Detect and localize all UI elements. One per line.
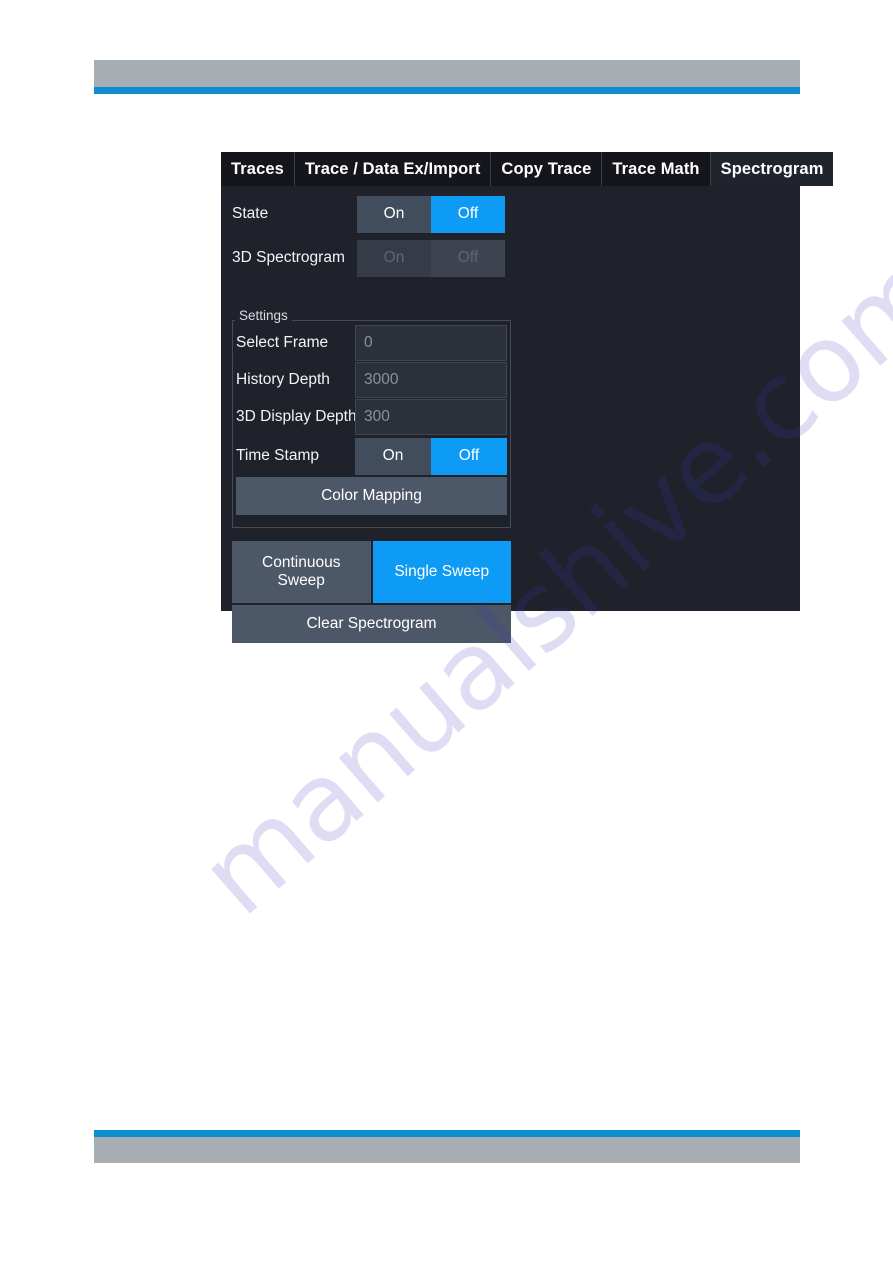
row-time-stamp: Time Stamp On Off (236, 436, 507, 476)
tab-copy-trace-label: Copy Trace (501, 159, 592, 178)
tab-traces[interactable]: Traces (221, 152, 295, 186)
state-toggle-off[interactable]: Off (431, 195, 505, 233)
page-footer-rule (94, 1130, 800, 1137)
3d-display-depth-input[interactable]: 300 (355, 399, 507, 435)
state-toggle-on[interactable]: On (357, 195, 431, 233)
row-3d-spectrogram: 3D Spectrogram On Off (232, 236, 511, 280)
dialog-tabstrip: Traces Trace / Data Ex/Import Copy Trace… (221, 152, 834, 186)
select-frame-label: Select Frame (236, 334, 329, 351)
row-3d-display-depth: 3D Display Depth 300 (236, 398, 507, 436)
continuous-sweep-label-line1: Continuous (262, 554, 341, 572)
time-stamp-toggle[interactable]: On Off (355, 437, 507, 475)
page-header-bar (94, 60, 800, 87)
tab-trace-math-label: Trace Math (612, 159, 700, 178)
spectrogram-3d-toggle: On Off (357, 239, 505, 277)
spectrogram-3d-toggle-on: On (357, 239, 431, 277)
state-toggle[interactable]: On Off (357, 195, 505, 233)
tab-trace-data-ex-import[interactable]: Trace / Data Ex/Import (294, 152, 492, 186)
single-sweep-button[interactable]: Single Sweep (372, 541, 511, 603)
settings-groupbox: Select Frame 0 History Depth 3000 3D Dis… (232, 320, 511, 528)
tab-trace-data-ex-import-label: Trace / Data Ex/Import (304, 159, 481, 178)
row-history-depth: History Depth 3000 (236, 361, 507, 399)
time-stamp-label: Time Stamp (236, 447, 319, 464)
spectrogram-dialog: Traces Trace / Data Ex/Import Copy Trace… (221, 152, 834, 643)
continuous-sweep-label-line2: Sweep (277, 572, 325, 589)
state-label: State (232, 205, 269, 222)
spectrogram-3d-toggle-off: Off (431, 239, 505, 277)
3d-display-depth-label: 3D Display Depth (236, 408, 357, 425)
dialog-body: State On Off 3D Spectrogram On Off Setti… (221, 186, 800, 643)
settings-group-title: Settings (235, 308, 292, 323)
page-header-rule (94, 87, 800, 94)
tab-copy-trace[interactable]: Copy Trace (491, 152, 603, 186)
color-mapping-button[interactable]: Color Mapping (236, 477, 507, 515)
tab-spectrogram-label: Spectrogram (720, 159, 824, 178)
spectrogram-3d-label: 3D Spectrogram (232, 249, 345, 266)
row-state: State On Off (232, 192, 511, 236)
history-depth-label: History Depth (236, 371, 330, 388)
tab-trace-math[interactable]: Trace Math (602, 152, 711, 186)
time-stamp-toggle-off[interactable]: Off (431, 437, 507, 475)
tab-spectrogram[interactable]: Spectrogram (710, 152, 834, 186)
continuous-sweep-button[interactable]: Continuous Sweep (232, 541, 371, 603)
select-frame-input[interactable]: 0 (355, 325, 507, 361)
clear-spectrogram-button[interactable]: Clear Spectrogram (232, 605, 511, 643)
time-stamp-toggle-on[interactable]: On (355, 437, 431, 475)
sweep-button-row: Continuous Sweep Single Sweep (232, 541, 511, 603)
page-footer-bar (94, 1137, 800, 1163)
tab-traces-label: Traces (231, 159, 284, 178)
row-select-frame: Select Frame 0 (236, 324, 507, 362)
history-depth-input[interactable]: 3000 (355, 362, 507, 398)
